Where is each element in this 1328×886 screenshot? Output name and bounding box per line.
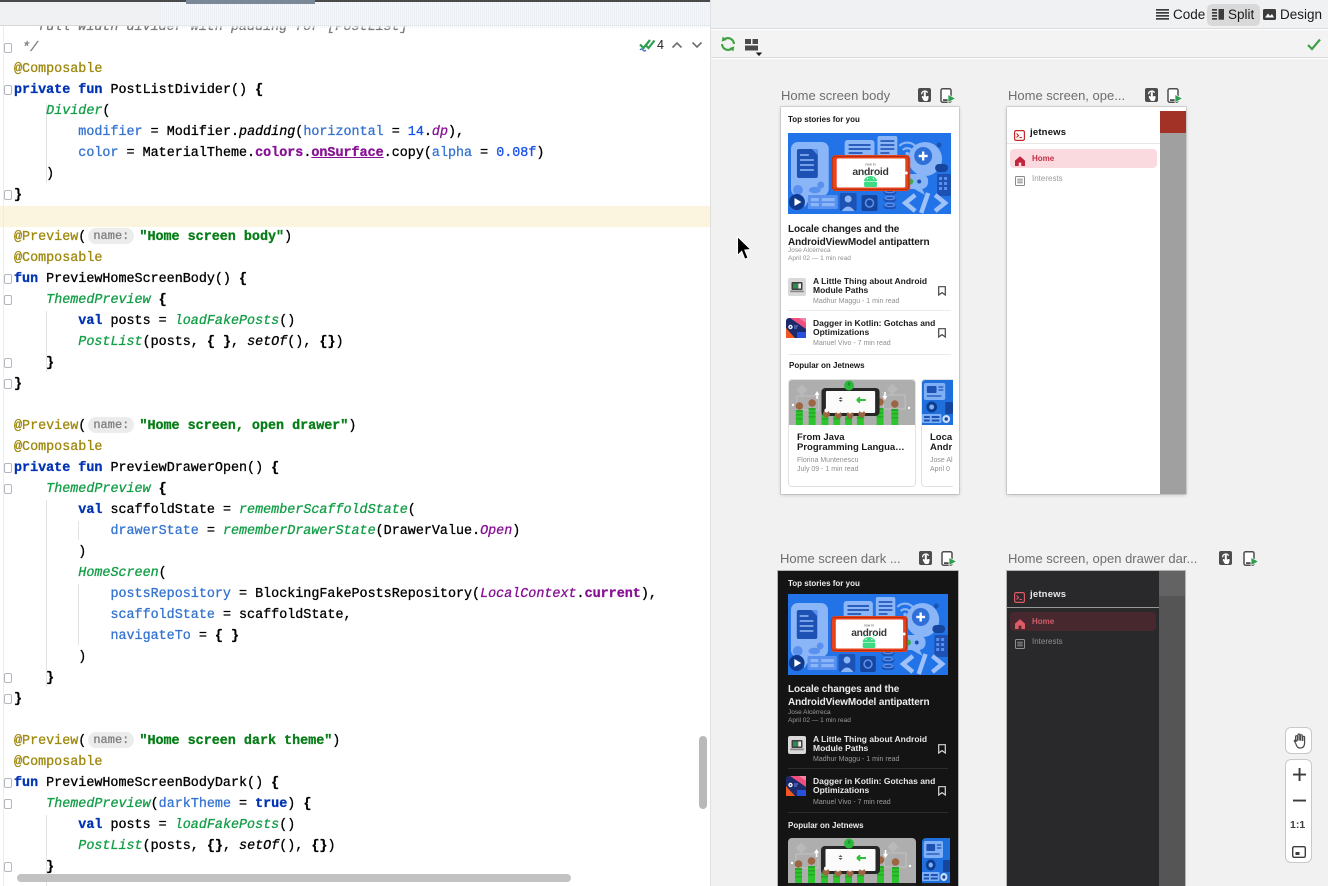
svg-text:now in: now in — [864, 623, 874, 627]
svg-text:now in: now in — [865, 162, 875, 166]
